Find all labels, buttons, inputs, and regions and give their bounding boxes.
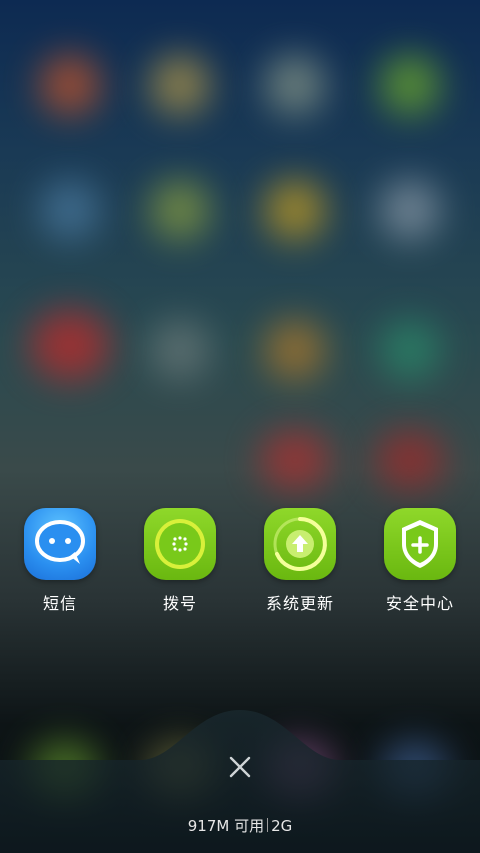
memory-available: 917M 可用 — [187, 817, 265, 835]
message-bubble-icon — [24, 508, 96, 580]
recent-app-security-center[interactable]: 安全中心 — [364, 508, 474, 618]
blurred-app-icon — [265, 180, 325, 240]
close-icon — [229, 756, 251, 778]
recent-app-label: 短信 — [42, 594, 77, 613]
blurred-app-icon — [380, 55, 440, 115]
blurred-app-icon — [375, 430, 445, 490]
recent-app-messages[interactable]: 短信 — [4, 508, 114, 618]
recent-app-system-update[interactable]: 系统更新 — [244, 508, 354, 618]
blurred-app-icon — [380, 180, 440, 240]
blurred-app-icon — [150, 180, 210, 240]
blurred-app-icon — [40, 180, 100, 240]
blurred-app-icon — [150, 55, 210, 115]
recent-app-label: 拨号 — [162, 594, 197, 613]
shield-plus-icon — [384, 508, 456, 580]
dialpad-icon — [144, 508, 216, 580]
blurred-app-icon — [265, 320, 325, 380]
recent-app-label: 安全中心 — [385, 594, 454, 613]
memory-separator — [267, 818, 269, 832]
close-button[interactable] — [220, 747, 260, 787]
recent-apps-row: 短信 拨号 系统更新 安全中心 — [0, 508, 480, 618]
memory-total: 2G — [271, 817, 293, 835]
blurred-app-icon — [150, 320, 210, 380]
blurred-app-icon — [30, 310, 110, 380]
blurred-app-icon — [265, 55, 325, 115]
memory-status: 917M 可用 2G — [0, 815, 480, 836]
blurred-app-icon — [380, 320, 440, 380]
blurred-app-icon — [260, 430, 330, 490]
recent-app-dialer[interactable]: 拨号 — [124, 508, 234, 618]
system-update-icon — [264, 508, 336, 580]
blurred-app-icon — [40, 55, 100, 115]
recent-app-label: 系统更新 — [265, 594, 334, 613]
